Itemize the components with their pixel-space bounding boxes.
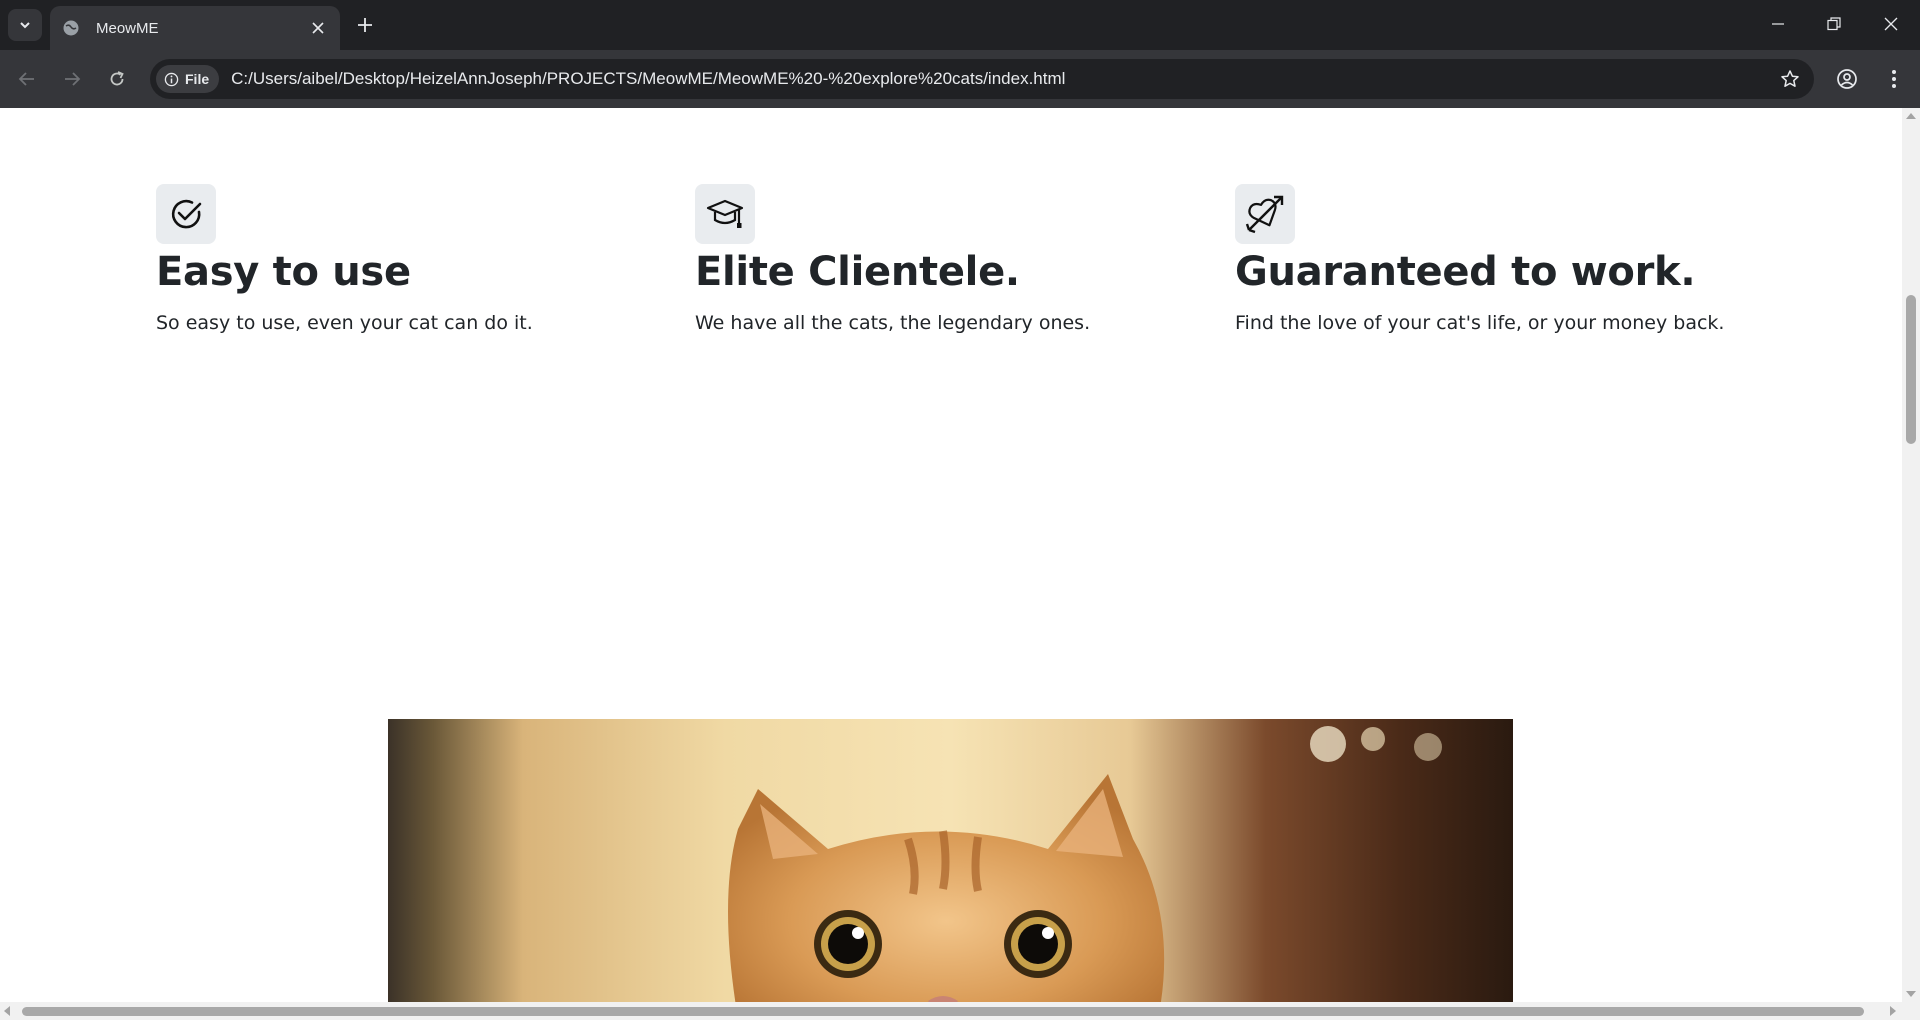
site-info-chip[interactable]: File	[156, 65, 220, 93]
reload-button[interactable]	[101, 63, 133, 95]
close-icon	[1884, 17, 1898, 31]
scroll-left-icon[interactable]	[4, 1006, 10, 1016]
browser-menu-button[interactable]	[1878, 63, 1910, 95]
star-icon	[1781, 70, 1799, 87]
scroll-right-icon[interactable]	[1890, 1006, 1896, 1016]
feature-description: We have all the cats, the legendary ones…	[695, 312, 1091, 334]
feature-elite-clientele: Elite Clientele. We have all the cats, t…	[695, 184, 1215, 334]
browser-tab[interactable]: MeowME	[50, 6, 340, 50]
info-icon	[164, 72, 179, 86]
page-viewport: Easy to use So easy to use, even your ca…	[0, 108, 1902, 1002]
restore-button[interactable]	[1806, 0, 1862, 48]
vertical-scrollbar[interactable]	[1902, 108, 1920, 1002]
horizontal-scrollbar[interactable]	[0, 1002, 1920, 1020]
minimize-icon	[1772, 23, 1784, 25]
feature-heading: Elite Clientele.	[695, 249, 1020, 295]
profile-button[interactable]	[1831, 63, 1863, 95]
forward-arrow-icon	[65, 72, 81, 86]
feature-description: Find the love of your cat's life, or you…	[1235, 312, 1725, 334]
feature-heading: Guaranteed to work.	[1235, 249, 1696, 295]
back-button[interactable]	[11, 63, 43, 95]
plus-icon	[358, 18, 372, 32]
kebab-menu-icon	[1892, 70, 1896, 88]
scroll-down-icon[interactable]	[1906, 991, 1916, 997]
site-info-label: File	[185, 71, 210, 87]
feature-guaranteed: Guaranteed to work. Find the love of you…	[1235, 184, 1755, 334]
back-arrow-icon	[18, 72, 34, 86]
globe-icon	[62, 19, 80, 37]
chevron-down-icon	[20, 22, 30, 29]
close-tab-icon[interactable]	[304, 14, 332, 42]
feature-description: So easy to use, even your cat can do it.	[156, 312, 533, 334]
heart-arrow-icon	[1235, 184, 1295, 244]
graduation-cap-icon	[695, 184, 755, 244]
browser-toolbar: File C:/Users/aibel/Desktop/HeizelAnnJos…	[0, 50, 1920, 108]
vertical-scroll-thumb[interactable]	[1906, 295, 1916, 444]
close-window-button[interactable]	[1863, 0, 1919, 48]
profile-icon	[1837, 69, 1857, 89]
address-bar[interactable]: File C:/Users/aibel/Desktop/HeizelAnnJos…	[150, 59, 1814, 99]
minimize-button[interactable]	[1750, 0, 1806, 48]
tab-title: MeowME	[96, 19, 159, 37]
tab-strip: MeowME	[0, 0, 1920, 50]
bookmark-star-button[interactable]	[1778, 67, 1802, 91]
restore-icon	[1827, 17, 1841, 31]
check-circle-icon	[156, 184, 216, 244]
cat-photo	[388, 719, 1513, 1002]
horizontal-scroll-thumb[interactable]	[22, 1007, 1864, 1016]
url-text[interactable]: C:/Users/aibel/Desktop/HeizelAnnJoseph/P…	[231, 69, 1065, 89]
tab-search-button[interactable]	[8, 9, 42, 41]
reload-icon	[110, 71, 124, 86]
feature-heading: Easy to use	[156, 249, 411, 295]
feature-easy-to-use: Easy to use So easy to use, even your ca…	[156, 184, 676, 334]
new-tab-button[interactable]	[350, 10, 380, 40]
scroll-up-icon[interactable]	[1906, 113, 1916, 119]
forward-button[interactable]	[56, 63, 88, 95]
